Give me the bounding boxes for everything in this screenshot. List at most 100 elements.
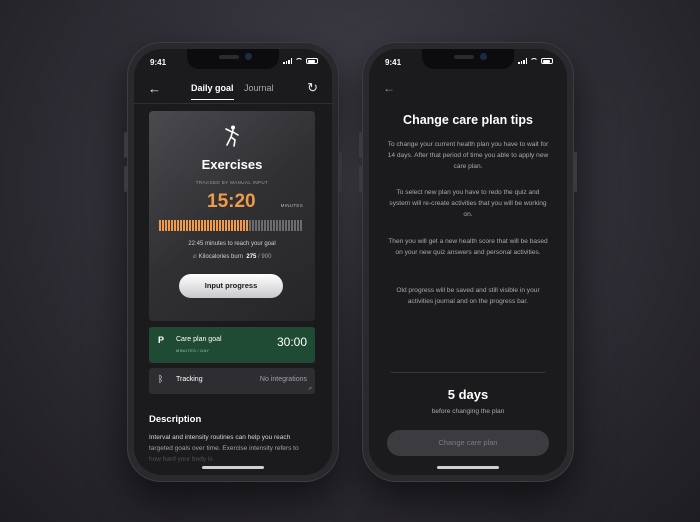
progress-tick <box>159 220 161 231</box>
progress-tick <box>198 220 200 231</box>
progress-tick <box>258 220 260 231</box>
input-progress-button[interactable]: Input progress <box>179 274 283 298</box>
notch <box>187 49 279 69</box>
parking-icon: P <box>158 335 165 345</box>
progress-tick <box>171 220 173 231</box>
days-remaining-sub: before changing the plan <box>431 408 505 415</box>
progress-tick <box>294 220 296 231</box>
side-button <box>359 166 362 192</box>
kcal-separator: / <box>258 254 260 260</box>
side-button <box>574 152 577 192</box>
progress-tick <box>255 220 257 231</box>
tip-paragraph: To change your current health plan you h… <box>387 141 549 170</box>
bluetooth-icon: ᛒ <box>158 374 164 384</box>
progress-tick <box>276 220 278 231</box>
progress-tick <box>282 220 284 231</box>
top-nav: ← Daily goal Journal ↻ <box>134 77 332 103</box>
progress-tick <box>180 220 182 231</box>
wifi-icon <box>530 58 538 64</box>
home-indicator[interactable] <box>437 466 499 469</box>
care-plan-goal-sub: MINUTES / DAY <box>176 348 210 353</box>
progress-tick <box>300 220 302 231</box>
change-care-plan-button[interactable]: Change care plan <box>387 430 549 456</box>
person-exercise-icon <box>225 125 239 147</box>
tab-journal[interactable]: Journal <box>244 83 274 93</box>
progress-tick <box>168 220 170 231</box>
care-plan-goal-card[interactable]: P Care plan goal MINUTES / DAY 30:00 <box>149 327 315 363</box>
battery-icon <box>306 58 318 64</box>
description-title: Description <box>149 414 202 425</box>
status-icons <box>283 58 318 64</box>
tracking-label: Tracking <box>176 376 203 383</box>
arrow-left-icon[interactable]: ← <box>148 81 161 96</box>
progress-tick <box>237 220 239 231</box>
progress-tick <box>243 220 245 231</box>
progress-tick <box>291 220 293 231</box>
progress-tick <box>270 220 272 231</box>
nav-divider <box>134 103 332 104</box>
progress-tick <box>264 220 266 231</box>
tracked-label: TRACKED BY MANUAL INPUT <box>195 180 269 185</box>
side-button <box>339 152 342 192</box>
progress-tick <box>267 220 269 231</box>
progress-tick <box>234 220 236 231</box>
tracking-card[interactable]: ᛒ Tracking No integrations ↗ <box>149 368 315 394</box>
kcal-label: Kilocalories burn <box>198 254 244 260</box>
progress-tick <box>285 220 287 231</box>
progress-tick <box>273 220 275 231</box>
signal-icon <box>283 58 292 64</box>
progress-tick <box>189 220 191 231</box>
progress-tick <box>261 220 263 231</box>
progress-tick <box>213 220 215 231</box>
tab-daily-goal[interactable]: Daily goal <box>191 83 234 100</box>
progress-tick <box>177 220 179 231</box>
progress-tick <box>183 220 185 231</box>
tracking-status: No integrations <box>259 376 307 383</box>
progress-tick <box>192 220 194 231</box>
progress-tick <box>165 220 167 231</box>
status-time: 9:41 <box>385 58 402 67</box>
kilocalories-row: 🔥︎ Kilocalories burn 275 / 900 <box>149 254 315 261</box>
progress-tick <box>297 220 299 231</box>
care-plan-goal-value: 30:00 <box>276 335 307 349</box>
tip-paragraph: Old progress will be saved and still vis… <box>396 287 540 305</box>
kcal-goal: 900 <box>261 254 272 260</box>
care-plan-goal-label: Care plan goal <box>176 336 222 343</box>
remaining-text: 22:45 minutes to reach your goal <box>188 241 276 247</box>
refresh-icon[interactable]: ↻ <box>307 80 318 96</box>
signal-icon <box>518 58 527 64</box>
arrow-left-icon[interactable]: ← <box>383 81 395 95</box>
divider <box>391 372 545 373</box>
external-link-icon: ↗ <box>307 386 312 392</box>
progress-tick <box>186 220 188 231</box>
page-title: Change care plan tips <box>403 113 533 127</box>
progress-tick <box>207 220 209 231</box>
progress-tick <box>225 220 227 231</box>
progress-tick <box>204 220 206 231</box>
exercise-time: 15:20 <box>207 191 256 212</box>
progress-tick <box>219 220 221 231</box>
side-button <box>124 166 127 192</box>
days-remaining: 5 days <box>447 387 489 402</box>
progress-tick <box>162 220 164 231</box>
battery-icon <box>541 58 553 64</box>
progress-tick <box>231 220 233 231</box>
home-indicator[interactable] <box>202 466 264 469</box>
tip-paragraph: Then you will get a new health score tha… <box>388 238 548 256</box>
wifi-icon <box>295 58 303 64</box>
flame-icon: 🔥︎ <box>192 254 197 260</box>
exercise-title: Exercises <box>201 157 263 172</box>
progress-tick <box>240 220 242 231</box>
progress-tick <box>252 220 254 231</box>
progress-tick <box>174 220 176 231</box>
tip-paragraph: To select new plan you have to redo the … <box>389 189 547 218</box>
bottom-fade <box>134 441 332 475</box>
status-icons <box>518 58 553 64</box>
kcal-value: 275 <box>246 254 257 260</box>
side-button <box>124 132 127 158</box>
side-button <box>359 132 362 158</box>
progress-tick <box>279 220 281 231</box>
screen: 9:41 ← Daily goal Journal ↻ Exercises TR… <box>134 49 332 475</box>
progress-tick <box>195 220 197 231</box>
exercise-card: Exercises TRACKED BY MANUAL INPUT 15:20 … <box>149 111 315 321</box>
